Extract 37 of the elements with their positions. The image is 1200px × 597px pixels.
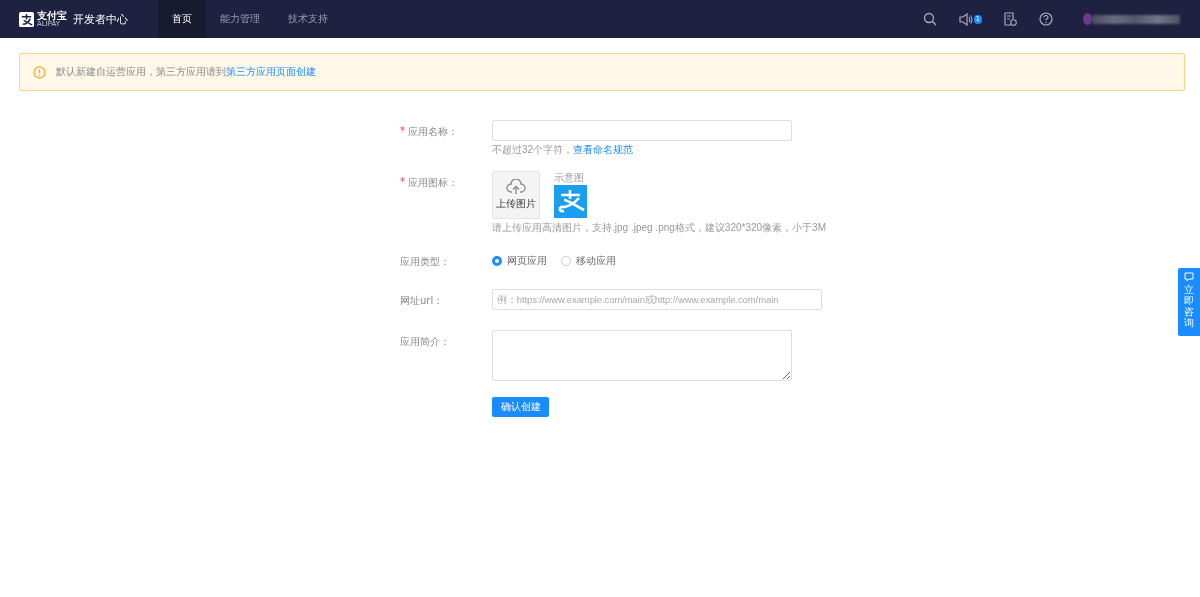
required-mark: * xyxy=(400,125,405,138)
nav-tab[interactable]: 技术支持 xyxy=(274,0,342,38)
notice-text: 默认新建自运营应用，第三方应用请到第三方应用页面创建 xyxy=(56,65,316,79)
url-input[interactable]: 例：https://www.example.com/main或http://www.example.com/main xyxy=(492,289,822,310)
field-label: 网址url： xyxy=(400,294,444,308)
upload-button[interactable]: 上传图片 xyxy=(492,171,540,219)
required-mark: * xyxy=(400,176,405,189)
user-avatar[interactable] xyxy=(1083,13,1092,25)
field-label: 应用名称： xyxy=(408,125,458,139)
document-clock-icon[interactable] xyxy=(1004,12,1017,26)
nav-tab[interactable]: 首页 xyxy=(158,0,206,38)
radio-button[interactable] xyxy=(492,256,502,266)
radio-button[interactable] xyxy=(561,256,571,266)
site-title: 开发者中心 xyxy=(73,11,128,27)
field-label: 应用图标： xyxy=(408,176,458,190)
speaker-icon[interactable] xyxy=(958,12,973,26)
logo-name: 支付宝 xyxy=(37,10,67,21)
radio-option[interactable]: 移动应用 xyxy=(561,254,616,268)
app-logo-icon xyxy=(554,185,587,218)
warning-icon xyxy=(33,65,46,79)
nav-tab[interactable]: 能力管理 xyxy=(206,0,274,38)
naming-rules-link[interactable]: 查看命名规范 xyxy=(573,144,634,155)
field-hint: 请上传应用高清图片，支持.jpg .jpeg .png格式，建议320*320像素，小于3M xyxy=(492,221,826,235)
field-hint: 不超过32个字符，查看命名规范 xyxy=(492,143,634,157)
confirm-create-button[interactable]: 确认创建 xyxy=(492,397,549,417)
field-label: 应用类型： xyxy=(400,255,450,269)
search-icon[interactable] xyxy=(922,12,937,26)
logo-icon xyxy=(19,11,34,27)
chat-icon xyxy=(1184,272,1194,282)
field-label: 应用简介： xyxy=(400,335,450,349)
app-name-input[interactable] xyxy=(492,120,792,141)
radio-option[interactable]: 网页应用 xyxy=(492,254,547,268)
sample-label: 示意图 xyxy=(554,171,585,185)
consult-button[interactable]: 立即咨询 xyxy=(1178,268,1200,336)
third-party-link[interactable]: 第三方应用页面创建 xyxy=(226,66,316,77)
cloud-upload-icon xyxy=(506,179,526,195)
help-icon[interactable] xyxy=(1039,12,1053,26)
